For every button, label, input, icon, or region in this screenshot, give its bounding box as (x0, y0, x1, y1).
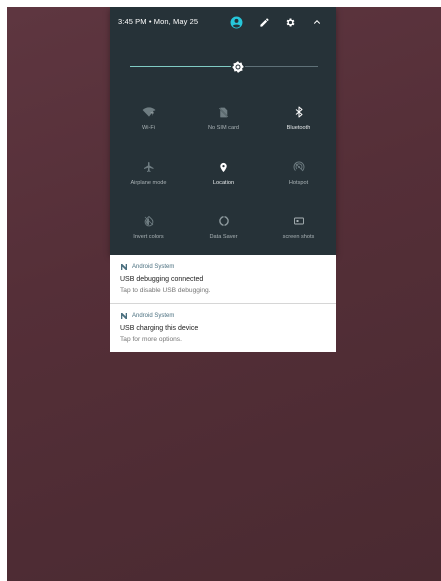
tile-label: Invert colors (133, 234, 164, 240)
edit-icon[interactable] (256, 14, 272, 30)
tile-no-sim[interactable]: No SIM card (186, 95, 261, 155)
brightness-slider[interactable] (130, 57, 318, 77)
location-icon (217, 160, 231, 174)
collapse-icon[interactable] (309, 14, 325, 30)
tile-label: screen shots (282, 234, 315, 240)
tile-hotspot[interactable]: Hotspot (261, 150, 336, 210)
bluetooth-icon (292, 105, 306, 119)
notification-title: USB debugging connected (120, 276, 204, 283)
invert-colors-icon (142, 214, 156, 228)
brightness-track-fill (130, 66, 231, 67)
notification-app-name: Android System (132, 313, 175, 319)
airplane-icon (142, 160, 156, 174)
time-date-label: 3:45 PM • Mon, May 25 (118, 17, 199, 26)
data-saver-icon (217, 214, 231, 228)
android-system-icon (120, 263, 128, 271)
wifi-icon (142, 105, 156, 119)
tile-label: Data Saver (209, 234, 238, 240)
notification-app-header: Android System (120, 263, 174, 271)
account-icon[interactable] (228, 14, 244, 30)
notification-title: USB charging this device (120, 325, 199, 332)
tile-label: Airplane mode (130, 180, 167, 186)
notification-usb-charging[interactable]: Android System USB charging this device … (110, 304, 336, 352)
tile-label: Location (212, 180, 235, 186)
tile-label: Bluetooth (286, 125, 311, 131)
tile-label: Hotspot (288, 180, 309, 186)
notification-usb-debugging[interactable]: Android System USB debugging connected T… (110, 255, 336, 303)
quick-settings-header: 3:45 PM • Mon, May 25 (110, 7, 336, 37)
settings-icon[interactable] (282, 14, 298, 30)
hotspot-icon (292, 160, 306, 174)
tile-wifi[interactable]: Wi-Fi (111, 95, 186, 155)
android-system-icon (120, 312, 128, 320)
notification-text: Tap for more options. (120, 336, 182, 343)
notification-app-name: Android System (132, 264, 175, 270)
no-sim-icon (217, 105, 231, 119)
tile-label: Wi-Fi (141, 125, 156, 131)
tile-location[interactable]: Location (186, 150, 261, 210)
home-screen-wallpaper: 3:45 PM • Mon, May 25 Wi-Fi No SIM card … (7, 7, 441, 581)
notification-text: Tap to disable USB debugging. (120, 287, 211, 294)
brightness-track (245, 66, 318, 67)
notification-app-header: Android System (120, 312, 174, 320)
quick-settings-panel: 3:45 PM • Mon, May 25 Wi-Fi No SIM card … (110, 7, 336, 255)
tile-bluetooth[interactable]: Bluetooth (261, 95, 336, 155)
brightness-icon[interactable] (231, 60, 245, 74)
screenshot-icon (292, 214, 306, 228)
tile-airplane[interactable]: Airplane mode (111, 150, 186, 210)
tile-label: No SIM card (207, 125, 240, 131)
